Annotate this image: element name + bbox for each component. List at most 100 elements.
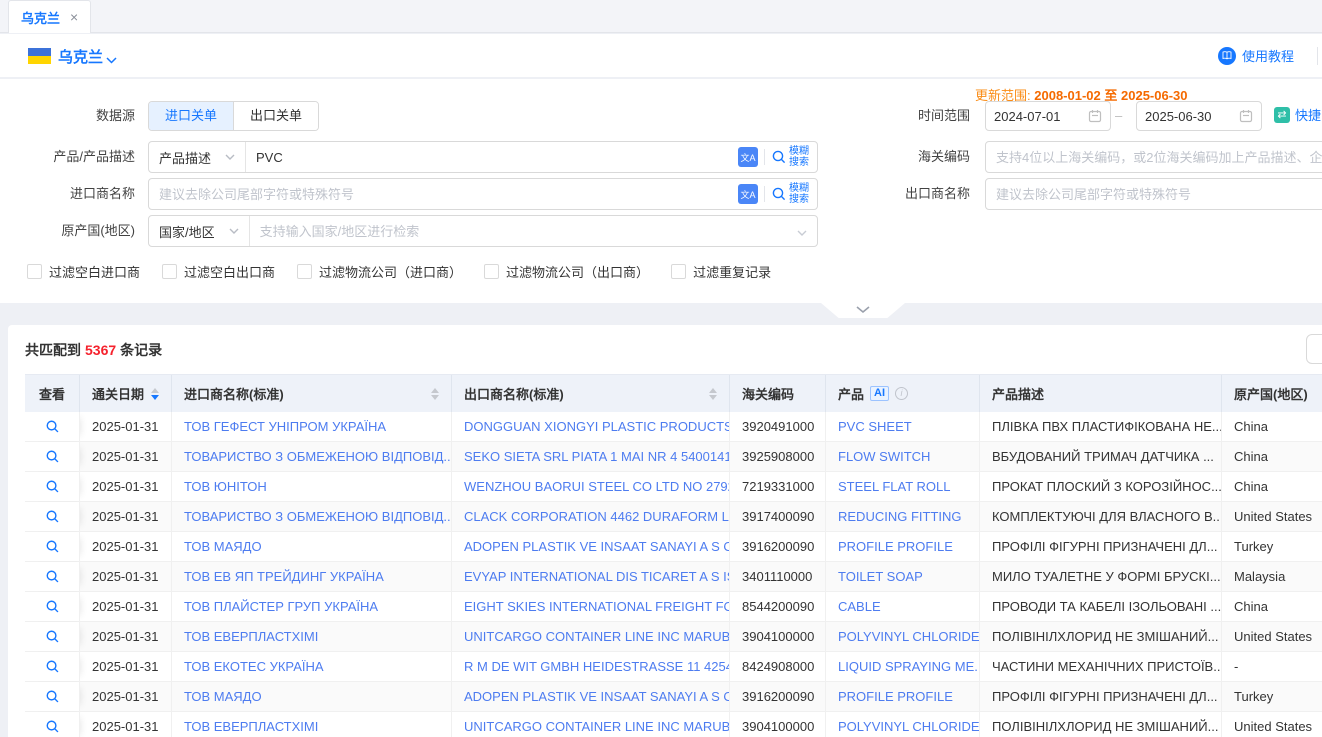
tab-ukraine[interactable]: 乌克兰 × — [8, 0, 91, 33]
importer-link[interactable]: ТОВ ЕВЕРПЛАСТХІМІ — [172, 712, 452, 737]
importer-name-input[interactable] — [149, 187, 738, 202]
col-header-exporter[interactable]: 出口商名称(标准) — [452, 375, 730, 412]
product-link[interactable]: LIQUID SPRAYING ME... — [826, 652, 980, 681]
chevron-down-icon[interactable] — [797, 224, 817, 239]
product-link[interactable]: FLOW SWITCH — [826, 442, 980, 471]
view-record-button[interactable] — [25, 562, 80, 591]
importer-link[interactable]: ТОВ ЮНІТОН — [172, 472, 452, 501]
fuzzy-search-button[interactable]: 模糊搜索 — [771, 183, 811, 205]
origin-country-input[interactable] — [250, 224, 797, 239]
date-from-input[interactable] — [985, 101, 1111, 131]
importer-link[interactable]: ТОВ ЕВ ЯП ТРЕЙДИНГ УКРАЇНА — [172, 562, 452, 591]
tab-export-declarations[interactable]: 出口关单 — [233, 102, 318, 130]
origin-type-select[interactable]: 国家/地区 — [149, 216, 250, 246]
tutorial-label: 使用教程 — [1242, 46, 1294, 65]
sort-icons[interactable] — [431, 388, 439, 400]
col-header-importer[interactable]: 进口商名称(标准) — [172, 375, 452, 412]
importer-link[interactable]: ТОВ ЕКОТЕС УКРАЇНА — [172, 652, 452, 681]
tab-close-icon[interactable]: × — [70, 10, 78, 24]
date-from-value[interactable] — [994, 109, 1082, 124]
country-chevron-down-icon[interactable] — [106, 52, 117, 67]
exporter-link[interactable]: CLACK CORPORATION 4462 DURAFORM L... — [452, 502, 730, 531]
hs-code-cell: 3401110000 — [730, 562, 826, 591]
view-record-button[interactable] — [25, 622, 80, 651]
exporter-link[interactable]: SEKO SIETA SRL PIATA 1 MAI NR 4 5400141 … — [452, 442, 730, 471]
product-link[interactable]: PVC SHEET — [826, 412, 980, 441]
product-link[interactable]: POLYVINYL CHLORIDE — [826, 712, 980, 737]
origin-cell: Malaysia — [1222, 562, 1322, 591]
importer-link[interactable]: ТОВ МАЯДО — [172, 532, 452, 561]
origin-cell: United States — [1222, 502, 1322, 531]
sort-icons[interactable] — [709, 388, 717, 400]
exporter-name-input-field[interactable] — [986, 187, 1322, 202]
view-record-button[interactable] — [25, 472, 80, 501]
product-link[interactable]: TOILET SOAP — [826, 562, 980, 591]
sort-icons[interactable] — [151, 388, 159, 400]
date-to-input[interactable] — [1136, 101, 1262, 131]
description-cell: ПРОФІЛІ ФІГУРНІ ПРИЗНАЧЕНІ ДЛ... — [980, 682, 1222, 711]
importer-link[interactable]: ТОВ ПЛАЙСТЕР ГРУП УКРАЇНА — [172, 592, 452, 621]
exporter-link[interactable]: WENZHOU BAORUI STEEL CO LTD NO 2792... — [452, 472, 730, 501]
exporter-link[interactable]: EIGHT SKIES INTERNATIONAL FREIGHT FOR... — [452, 592, 730, 621]
info-icon[interactable]: i — [895, 387, 908, 400]
quick-select-button[interactable]: ⇄ 快捷 — [1274, 105, 1321, 124]
product-link[interactable]: PROFILE PROFILE — [826, 682, 980, 711]
product-link[interactable]: REDUCING FITTING — [826, 502, 980, 531]
exporter-name-input[interactable] — [985, 178, 1322, 210]
product-label: 产品/产品描述 — [0, 142, 135, 172]
product-field-select[interactable]: 产品描述 — [149, 142, 246, 172]
view-record-button[interactable] — [25, 712, 80, 737]
importer-link[interactable]: ТОВАРИСТВО З ОБМЕЖЕНОЮ ВІДПОВІД... — [172, 442, 452, 471]
exporter-link[interactable]: ADOPEN PLASTIK VE INSAAT SANAYI A S O... — [452, 682, 730, 711]
view-record-button[interactable] — [25, 442, 80, 471]
view-record-button[interactable] — [25, 652, 80, 681]
checkbox-icon[interactable] — [484, 264, 499, 279]
filter-checkbox[interactable]: 过滤空白进口商 — [27, 262, 140, 281]
filter-checkbox[interactable]: 过滤物流公司（进口商） — [297, 262, 462, 281]
product-link[interactable]: CABLE — [826, 592, 980, 621]
tab-import-declarations[interactable]: 进口关单 — [149, 102, 233, 130]
time-range-label: 时间范围 — [850, 101, 970, 131]
filter-checkbox[interactable]: 过滤空白出口商 — [162, 262, 275, 281]
product-link[interactable]: PROFILE PROFILE — [826, 532, 980, 561]
product-link[interactable]: STEEL FLAT ROLL — [826, 472, 980, 501]
checkbox-icon[interactable] — [297, 264, 312, 279]
exporter-link[interactable]: UNITCARGO CONTAINER LINE INC MARUB... — [452, 712, 730, 737]
fuzzy-search-button[interactable]: 模糊搜索 — [771, 146, 811, 168]
hs-code-cell: 3904100000 — [730, 712, 826, 737]
translate-icon[interactable]: 文A — [738, 184, 758, 204]
exporter-link[interactable]: UNITCARGO CONTAINER LINE INC MARUB... — [452, 622, 730, 651]
results-table: 查看 通关日期 进口商名称(标准) 出口商名称(标准) 海关编码 产品 AI — [25, 374, 1322, 737]
exporter-link[interactable]: DONGGUAN XIONGYI PLASTIC PRODUCTS ... — [452, 412, 730, 441]
date-to-value[interactable] — [1145, 109, 1233, 124]
date-cell: 2025-01-31 — [80, 652, 172, 681]
product-search-input[interactable] — [246, 150, 738, 165]
importer-link[interactable]: ТОВ ЕВЕРПЛАСТХІМІ — [172, 622, 452, 651]
view-record-button[interactable] — [25, 502, 80, 531]
translate-icon[interactable]: 文A — [738, 147, 758, 167]
checkbox-icon[interactable] — [671, 264, 686, 279]
product-link[interactable]: POLYVINYL CHLORIDE — [826, 622, 980, 651]
filter-checkbox[interactable]: 过滤物流公司（出口商） — [484, 262, 649, 281]
hs-code-input[interactable] — [985, 141, 1322, 173]
collapse-panel-button[interactable] — [821, 303, 905, 318]
chevron-down-icon — [229, 228, 239, 234]
view-record-button[interactable] — [25, 682, 80, 711]
checkbox-icon[interactable] — [162, 264, 177, 279]
importer-link[interactable]: ТОВАРИСТВО З ОБМЕЖЕНОЮ ВІДПОВІД... — [172, 502, 452, 531]
exporter-link[interactable]: R M DE WIT GMBH HEIDESTRASSE 11 4254... — [452, 652, 730, 681]
table-header-row: 查看 通关日期 进口商名称(标准) 出口商名称(标准) 海关编码 产品 AI — [25, 374, 1322, 412]
importer-link[interactable]: ТОВ ГЕФЕСТ УНІПРОМ УКРАЇНА — [172, 412, 452, 441]
filter-checkbox[interactable]: 过滤重复记录 — [671, 262, 771, 281]
view-record-button[interactable] — [25, 532, 80, 561]
view-record-button[interactable] — [25, 592, 80, 621]
exporter-link[interactable]: EVYAP INTERNATIONAL DIS TICARET A S IS..… — [452, 562, 730, 591]
importer-link[interactable]: ТОВ МАЯДО — [172, 682, 452, 711]
checkbox-icon[interactable] — [27, 264, 42, 279]
col-header-date[interactable]: 通关日期 — [80, 375, 172, 412]
table-settings-button[interactable] — [1306, 334, 1322, 364]
exporter-link[interactable]: ADOPEN PLASTIK VE INSAAT SANAYI A S O... — [452, 532, 730, 561]
view-record-button[interactable] — [25, 412, 80, 441]
tutorial-button[interactable]: 使用教程 — [1218, 46, 1294, 65]
hs-code-input-field[interactable] — [986, 150, 1322, 165]
